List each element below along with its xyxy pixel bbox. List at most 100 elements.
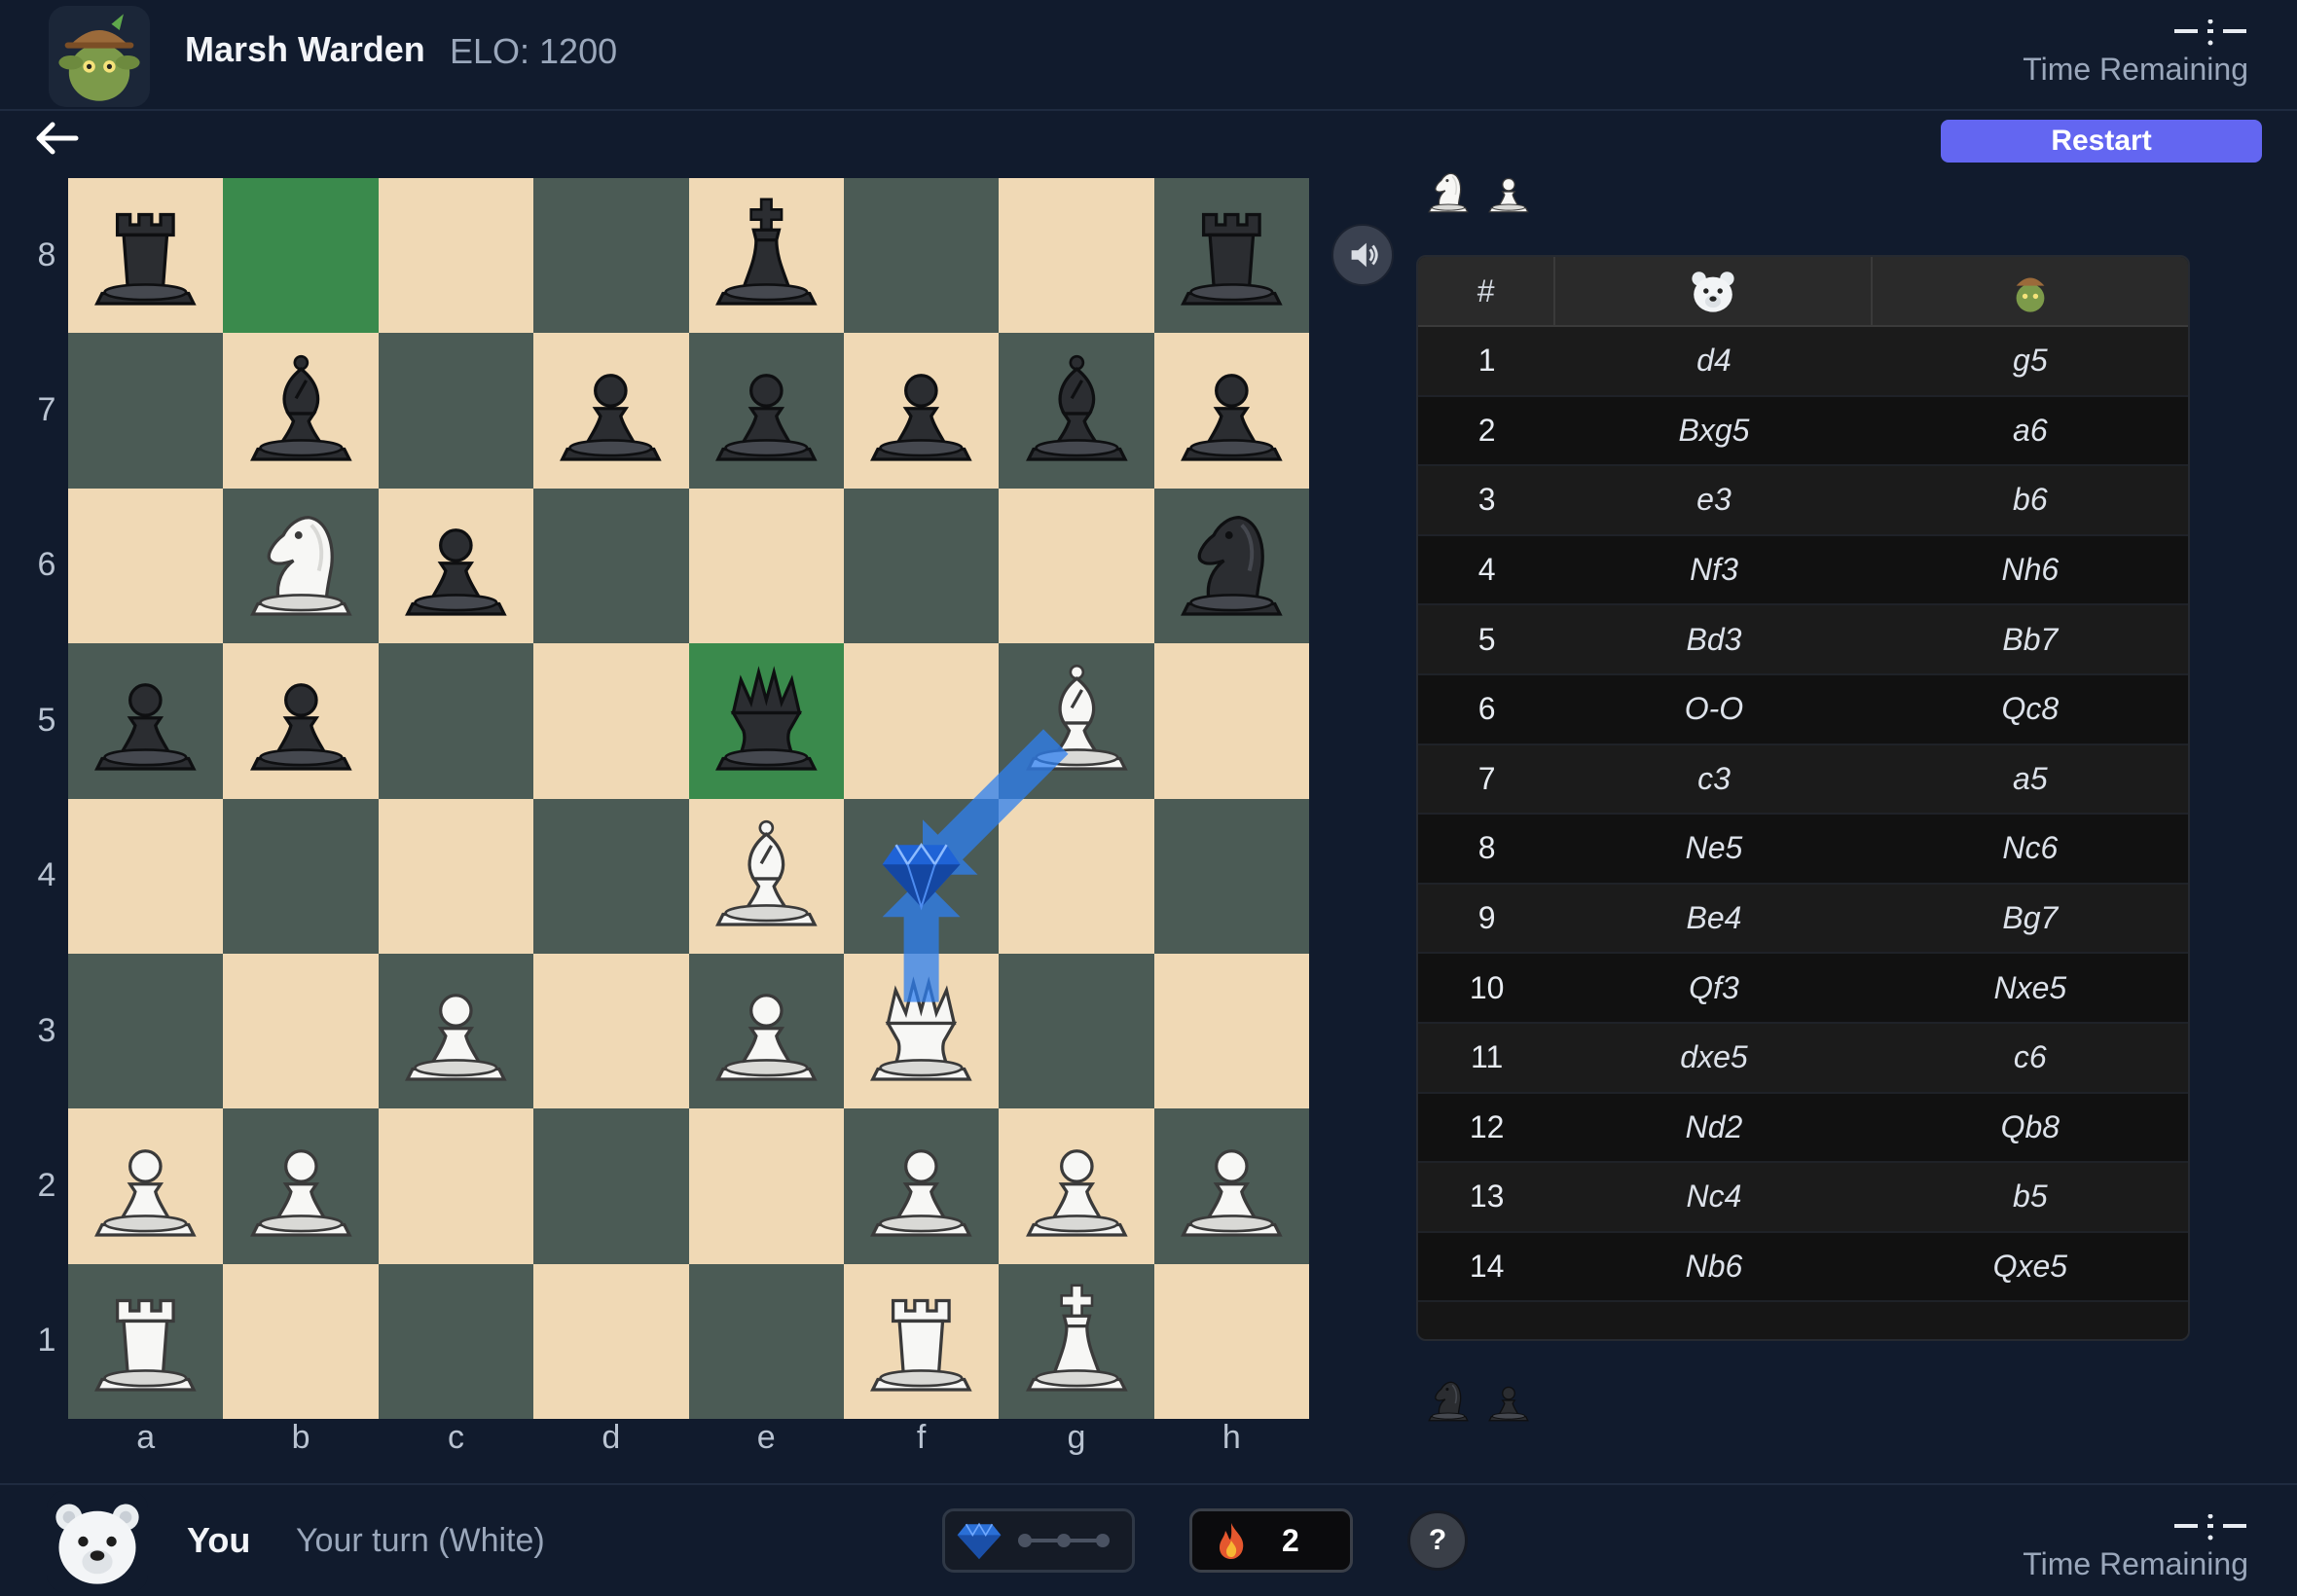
square-b1[interactable] — [223, 1263, 379, 1419]
back-button[interactable] — [33, 119, 82, 158]
move-row[interactable]: 9 Be4 Bg7 — [1418, 884, 2188, 955]
square-h7[interactable] — [1153, 333, 1309, 489]
white-pawn-piece[interactable] — [689, 954, 844, 1108]
white-move[interactable]: Nf3 — [1555, 536, 1872, 604]
square-d7[interactable] — [533, 333, 689, 489]
square-e7[interactable] — [688, 333, 844, 489]
square-d6[interactable] — [533, 488, 689, 644]
white-pawn-piece[interactable] — [68, 1108, 223, 1263]
white-king-piece[interactable] — [999, 1264, 1153, 1419]
square-d4[interactable] — [533, 798, 689, 954]
square-g4[interactable] — [999, 798, 1154, 954]
square-b6[interactable] — [223, 488, 379, 644]
black-move[interactable]: Nh6 — [1873, 536, 2188, 604]
square-g8[interactable] — [999, 178, 1154, 334]
black-move[interactable]: Nxe5 — [1873, 954, 2188, 1022]
move-row[interactable]: 12 Nd2 Qb8 — [1418, 1093, 2188, 1164]
white-move[interactable]: O-O — [1555, 675, 1872, 744]
square-c1[interactable] — [378, 1263, 534, 1419]
square-f5[interactable] — [843, 643, 1000, 799]
square-g3[interactable] — [999, 953, 1154, 1109]
square-g7[interactable] — [999, 333, 1154, 489]
white-pawn-piece[interactable] — [223, 1108, 378, 1263]
white-pawn-piece[interactable] — [844, 1108, 999, 1263]
square-b5[interactable] — [223, 643, 379, 799]
white-rook-piece[interactable] — [844, 1264, 999, 1419]
black-move[interactable]: a6 — [1873, 397, 2188, 465]
square-c4[interactable] — [378, 798, 534, 954]
square-g6[interactable] — [999, 488, 1154, 644]
white-rook-piece[interactable] — [68, 1264, 223, 1419]
white-move[interactable]: Nc4 — [1555, 1163, 1872, 1231]
white-move[interactable]: Bd3 — [1555, 605, 1872, 673]
black-queen-piece[interactable] — [689, 643, 844, 798]
black-move[interactable]: c6 — [1873, 1024, 2188, 1092]
white-move[interactable]: Ne5 — [1555, 815, 1872, 883]
white-move[interactable]: d4 — [1555, 327, 1872, 395]
white-queen-piece[interactable] — [844, 954, 999, 1108]
move-row[interactable]: 10 Qf3 Nxe5 — [1418, 954, 2188, 1024]
help-button[interactable]: ? — [1407, 1510, 1468, 1571]
square-d2[interactable] — [533, 1108, 689, 1264]
square-h2[interactable] — [1153, 1108, 1309, 1264]
black-bishop-piece[interactable] — [223, 333, 378, 488]
square-h1[interactable] — [1153, 1263, 1309, 1419]
move-row[interactable]: 11 dxe5 c6 — [1418, 1023, 2188, 1094]
black-move[interactable]: g5 — [1873, 327, 2188, 395]
square-d3[interactable] — [533, 953, 689, 1109]
white-move[interactable]: Be4 — [1555, 885, 1872, 953]
white-move[interactable]: e3 — [1555, 466, 1872, 534]
move-row[interactable]: 8 Ne5 Nc6 — [1418, 815, 2188, 885]
square-d5[interactable] — [533, 643, 689, 799]
square-f3[interactable] — [843, 953, 1000, 1109]
white-move[interactable]: c3 — [1555, 745, 1872, 814]
black-move[interactable]: b6 — [1873, 466, 2188, 534]
white-pawn-piece[interactable] — [1154, 1108, 1309, 1263]
white-move[interactable]: Nd2 — [1555, 1094, 1872, 1162]
square-f2[interactable] — [843, 1108, 1000, 1264]
square-a1[interactable] — [68, 1263, 224, 1419]
sound-toggle-button[interactable] — [1331, 224, 1394, 286]
hint-gem-widget[interactable] — [942, 1508, 1135, 1573]
white-bishop-piece[interactable] — [689, 799, 844, 954]
square-f4[interactable] — [843, 798, 1000, 954]
square-f8[interactable] — [843, 178, 1000, 334]
white-knight-piece[interactable] — [223, 489, 378, 643]
square-h3[interactable] — [1153, 953, 1309, 1109]
black-rook-piece[interactable] — [68, 178, 223, 333]
square-e3[interactable] — [688, 953, 844, 1109]
black-move[interactable]: Qxe5 — [1873, 1233, 2188, 1301]
white-pawn-piece[interactable] — [999, 1108, 1153, 1263]
restart-button[interactable]: Restart — [1941, 120, 2262, 163]
square-h6[interactable] — [1153, 488, 1309, 644]
move-row[interactable]: 3 e3 b6 — [1418, 466, 2188, 536]
square-a2[interactable] — [68, 1108, 224, 1264]
black-move[interactable]: Bg7 — [1873, 885, 2188, 953]
square-h4[interactable] — [1153, 798, 1309, 954]
black-move[interactable]: Nc6 — [1873, 815, 2188, 883]
black-king-piece[interactable] — [689, 178, 844, 333]
white-move[interactable]: Nb6 — [1555, 1233, 1872, 1301]
white-move[interactable]: dxe5 — [1555, 1024, 1872, 1092]
square-g2[interactable] — [999, 1108, 1154, 1264]
square-e2[interactable] — [688, 1108, 844, 1264]
square-c8[interactable] — [378, 178, 534, 334]
square-d8[interactable] — [533, 178, 689, 334]
square-e6[interactable] — [688, 488, 844, 644]
square-c2[interactable] — [378, 1108, 534, 1264]
square-g5[interactable] — [999, 643, 1154, 799]
move-row[interactable]: 14 Nb6 Qxe5 — [1418, 1232, 2188, 1303]
black-pawn-piece[interactable] — [223, 643, 378, 798]
black-bishop-piece[interactable] — [999, 333, 1153, 488]
square-c7[interactable] — [378, 333, 534, 489]
square-a5[interactable] — [68, 643, 224, 799]
black-pawn-piece[interactable] — [379, 489, 533, 643]
move-row[interactable]: 1 d4 g5 — [1418, 327, 2188, 397]
square-g1[interactable] — [999, 1263, 1154, 1419]
square-f6[interactable] — [843, 488, 1000, 644]
streak-widget[interactable]: 2 — [1189, 1508, 1353, 1573]
white-move[interactable]: Qf3 — [1555, 954, 1872, 1022]
black-pawn-piece[interactable] — [844, 333, 999, 488]
square-f1[interactable] — [843, 1263, 1000, 1419]
square-a3[interactable] — [68, 953, 224, 1109]
